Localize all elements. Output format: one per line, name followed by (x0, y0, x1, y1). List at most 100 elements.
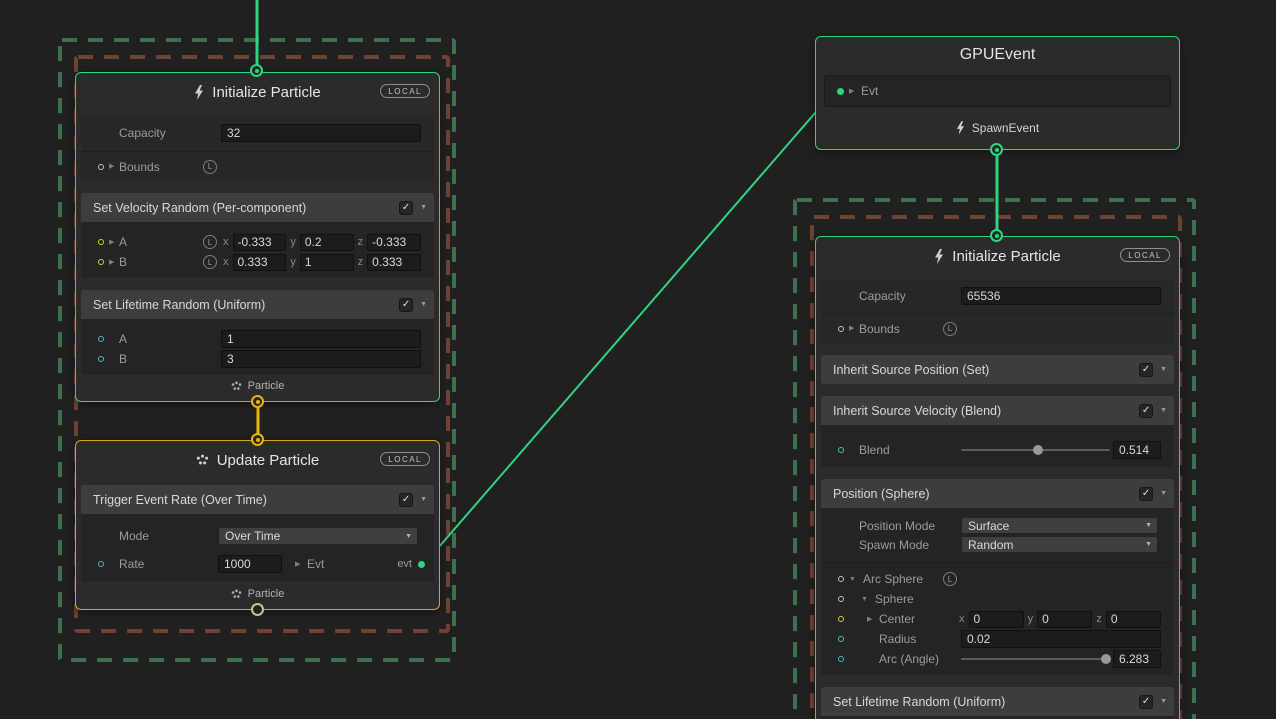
collapse-chevron-icon[interactable]: ▼ (420, 301, 427, 308)
local-space-badge[interactable]: L (943, 322, 957, 336)
evt-input-row: ▶ Evt (824, 75, 1171, 107)
bounds-port[interactable] (98, 164, 104, 170)
bounds-port[interactable] (838, 326, 844, 332)
arc-angle-slider[interactable] (961, 658, 1110, 660)
node-title: Update Particle (217, 452, 320, 469)
fold-closed-icon[interactable]: ▶ (849, 88, 854, 95)
a-field[interactable]: 1 (221, 330, 421, 348)
blend-field[interactable]: 0.514 (1113, 441, 1161, 459)
fold-closed-icon[interactable]: ▶ (849, 325, 854, 332)
block-title: Inherit Source Velocity (Blend) (833, 404, 1139, 418)
b-x-field[interactable]: 0.333 (233, 254, 287, 271)
local-space-badge[interactable]: L (943, 572, 957, 586)
center-port[interactable] (838, 616, 844, 622)
node-header[interactable]: Update Particle LOCAL (76, 441, 439, 479)
mode-dropdown[interactable]: Over Time ▼ (218, 527, 418, 545)
rate-field[interactable]: 1000 (218, 555, 282, 573)
block-enabled-checkbox[interactable]: ✓ (399, 201, 413, 215)
blend-port[interactable] (838, 447, 844, 453)
dropdown-arrow-icon: ▼ (405, 533, 412, 540)
flow-port-right-init-input[interactable] (990, 229, 1003, 242)
block-header[interactable]: Set Lifetime Random (Uniform) ✓ ▼ (81, 290, 434, 319)
rate-port[interactable] (98, 561, 104, 567)
node-gpuevent[interactable]: GPUEvent ▶ Evt SpawnEvent (815, 36, 1180, 150)
block-header[interactable]: Inherit Source Position (Set) ✓ ▼ (821, 355, 1174, 384)
particle-output-label: Particle (248, 380, 285, 392)
evt-input-port[interactable] (837, 88, 844, 95)
a-x-field[interactable]: -0.333 (233, 234, 287, 251)
fold-closed-icon[interactable]: ▶ (109, 259, 114, 266)
b-y-field[interactable]: 1 (300, 254, 354, 271)
z-axis-label: z (358, 256, 364, 268)
block-enabled-checkbox[interactable]: ✓ (399, 493, 413, 507)
fold-closed-icon[interactable]: ▶ (109, 239, 114, 246)
flow-port-left-init-output[interactable] (251, 395, 264, 408)
capacity-field[interactable]: 65536 (961, 287, 1161, 305)
collapse-chevron-icon[interactable]: ▼ (1160, 698, 1167, 705)
flow-port-gpuevent-output[interactable] (990, 143, 1003, 156)
center-z-field[interactable]: 0 (1106, 611, 1161, 628)
collapse-chevron-icon[interactable]: ▼ (1160, 407, 1167, 414)
block-enabled-checkbox[interactable]: ✓ (1139, 363, 1153, 377)
fold-closed-icon[interactable]: ▶ (109, 163, 114, 170)
arc-angle-slider-handle[interactable] (1101, 654, 1111, 664)
b-port[interactable] (98, 259, 104, 265)
node-header[interactable]: GPUEvent (816, 37, 1179, 73)
center-x-field[interactable]: 0 (969, 611, 1024, 628)
collapse-chevron-icon[interactable]: ▼ (420, 204, 427, 211)
block-header[interactable]: Trigger Event Rate (Over Time) ✓ ▼ (81, 485, 434, 514)
spawn-mode-label: Spawn Mode (859, 538, 929, 552)
fold-open-icon[interactable]: ▼ (849, 576, 856, 583)
sphere-port[interactable] (838, 596, 844, 602)
blend-slider-handle[interactable] (1033, 445, 1043, 455)
capacity-field[interactable]: 32 (221, 124, 421, 142)
collapse-chevron-icon[interactable]: ▼ (1160, 366, 1167, 373)
block-enabled-checkbox[interactable]: ✓ (399, 298, 413, 312)
vfx-graph-canvas[interactable]: Initialize Particle LOCAL Capacity 32 ▶ … (0, 0, 1276, 719)
arc-angle-field[interactable]: 6.283 (1113, 650, 1161, 668)
radius-port[interactable] (838, 636, 844, 642)
node-header[interactable]: Initialize Particle LOCAL (816, 237, 1179, 275)
b-port[interactable] (98, 356, 104, 362)
evt-output-port[interactable] (418, 561, 425, 568)
local-space-badge[interactable]: L (203, 160, 217, 174)
fold-closed-icon[interactable]: ▶ (295, 561, 300, 568)
edge-evt-to-gpuevent[interactable] (425, 90, 835, 563)
position-mode-dropdown[interactable]: Surface ▼ (961, 517, 1158, 534)
collapse-chevron-icon[interactable]: ▼ (1160, 490, 1167, 497)
block-header[interactable]: Set Velocity Random (Per-component) ✓ ▼ (81, 193, 434, 222)
block-header[interactable]: Set Lifetime Random (Uniform) ✓ ▼ (821, 687, 1174, 716)
collapse-chevron-icon[interactable]: ▼ (420, 496, 427, 503)
node-update-particle[interactable]: Update Particle LOCAL Trigger Event Rate… (75, 440, 440, 610)
local-badge: LOCAL (380, 84, 430, 98)
a-y-field[interactable]: 0.2 (300, 234, 354, 251)
local-space-badge[interactable]: L (203, 255, 217, 269)
a-port[interactable] (98, 336, 104, 342)
flow-port-left-init-input[interactable] (250, 64, 263, 77)
block-header[interactable]: Inherit Source Velocity (Blend) ✓ ▼ (821, 396, 1174, 425)
flow-port-update-input[interactable] (251, 433, 264, 446)
spawn-mode-dropdown[interactable]: Random ▼ (961, 536, 1158, 553)
node-header[interactable]: Initialize Particle LOCAL (76, 73, 439, 111)
local-space-badge[interactable]: L (203, 235, 217, 249)
fold-open-icon[interactable]: ▼ (861, 596, 868, 603)
b-z-field[interactable]: 0.333 (367, 254, 421, 271)
a-port[interactable] (98, 239, 104, 245)
radius-field[interactable]: 0.02 (961, 630, 1161, 648)
arc-sphere-port[interactable] (838, 576, 844, 582)
blend-slider[interactable] (961, 449, 1110, 451)
block-enabled-checkbox[interactable]: ✓ (1139, 404, 1153, 418)
flow-port-update-output[interactable] (251, 603, 264, 616)
block-header[interactable]: Position (Sphere) ✓ ▼ (821, 479, 1174, 508)
block-enabled-checkbox[interactable]: ✓ (1139, 487, 1153, 501)
node-initialize-particle-left[interactable]: Initialize Particle LOCAL Capacity 32 ▶ … (75, 72, 440, 402)
a-z-field[interactable]: -0.333 (367, 234, 421, 251)
center-y-field[interactable]: 0 (1037, 611, 1092, 628)
arc-angle-port[interactable] (838, 656, 844, 662)
block-title: Set Lifetime Random (Uniform) (93, 298, 399, 312)
block-enabled-checkbox[interactable]: ✓ (1139, 695, 1153, 709)
fold-closed-icon[interactable]: ▶ (867, 616, 872, 623)
b-field[interactable]: 3 (221, 350, 421, 368)
node-initialize-particle-right[interactable]: Initialize Particle LOCAL Capacity 65536… (815, 236, 1180, 719)
lifetime-a-row: A 1 (81, 329, 434, 349)
